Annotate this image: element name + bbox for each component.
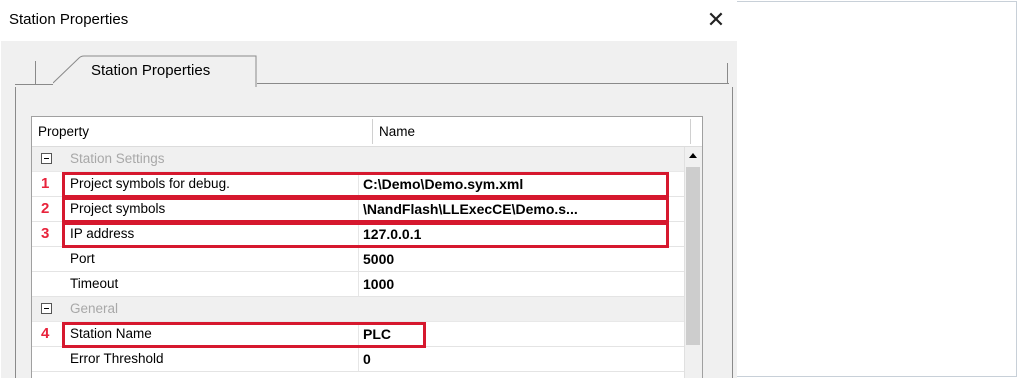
category-row-general[interactable]: General [32,297,684,322]
property-row-port[interactable]: Port 5000 [32,247,684,272]
scroll-up-glyph [689,153,697,158]
tab-strip-right-tick [727,63,728,84]
tab-strip-left-tick [35,61,36,84]
station-properties-dialog: Station Properties ✕ Station Properties … [1,1,737,378]
property-row-error-threshold[interactable]: Error Threshold 0 [32,347,684,372]
column-header-property[interactable]: Property [38,117,368,146]
collapse-minus-icon[interactable] [41,153,52,164]
property-value[interactable]: 1000 [363,272,394,296]
column-header-name[interactable]: Name [379,117,689,146]
collapse-minus-icon[interactable] [41,303,52,314]
tab-label: Station Properties [91,62,211,79]
callout-number: 2 [41,200,50,217]
scroll-up-arrow-icon[interactable] [684,147,702,165]
column-divider[interactable] [372,119,373,144]
callout-number: 1 [41,175,50,192]
callout-number: 4 [41,325,50,342]
grid-header: Property Name [32,117,702,147]
column-divider [690,119,691,144]
property-name: Timeout [70,276,119,291]
cell-divider [358,247,359,271]
close-icon[interactable]: ✕ [703,7,729,33]
window-title: Station Properties [9,11,129,28]
highlight-box-3 [62,222,669,248]
cell-divider [358,347,359,371]
property-value[interactable]: 0 [363,347,371,371]
highlight-box-2 [62,197,669,223]
category-label: Station Settings [70,151,165,166]
callout-number: 3 [41,225,50,242]
highlight-box-1 [62,172,669,198]
property-name: Port [70,251,95,266]
property-row-timeout[interactable]: Timeout 1000 [32,272,684,297]
property-value[interactable]: 5000 [363,247,394,271]
category-label: General [70,301,119,316]
tab-strip-right-edge [257,83,729,84]
highlight-box-4 [62,322,426,348]
category-row-station-settings[interactable]: Station Settings [32,147,684,172]
cell-divider [358,272,359,296]
property-name: Error Threshold [70,351,164,366]
scrollbar-thumb[interactable] [686,167,700,345]
property-grid: Property Name Station Settings 1 Project… [31,116,703,378]
tab-station-properties[interactable]: Station Properties [53,52,257,88]
